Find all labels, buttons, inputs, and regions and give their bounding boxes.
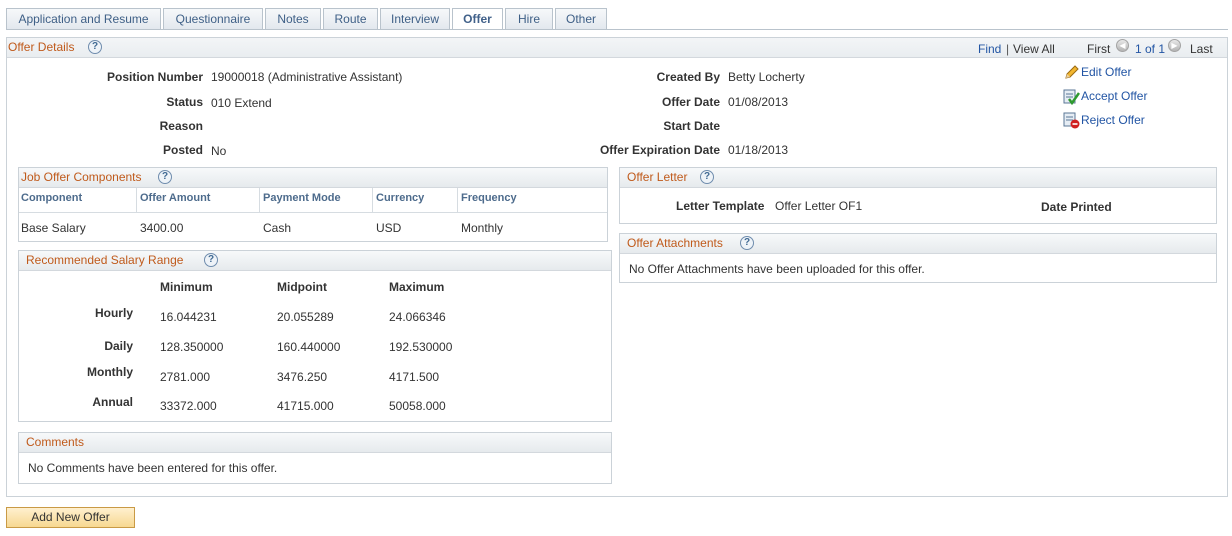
offer-attachments-title: Offer Attachments <box>627 236 723 250</box>
annual-midpoint: 41715.000 <box>277 399 334 413</box>
reject-icon <box>1063 112 1080 129</box>
position-number-value: 19000018 (Administrative Assistant) <box>211 70 403 84</box>
status-value: 010 Extend <box>211 96 272 110</box>
table-row: Base Salary 3400.00 Cash USD Monthly <box>19 213 607 241</box>
offer-letter-title: Offer Letter <box>627 170 688 184</box>
tab-application-and-resume[interactable]: Application and Resume <box>6 8 161 29</box>
tab-divider <box>6 29 1228 30</box>
column-header-currency: Currency <box>376 192 425 204</box>
hourly-midpoint: 20.055289 <box>277 310 334 324</box>
add-new-offer-button[interactable]: Add New Offer <box>6 507 135 528</box>
row-label-hourly: Hourly <box>94 306 133 320</box>
help-icon[interactable]: ? <box>700 170 714 184</box>
next-arrow-icon[interactable]: ▶ <box>1168 39 1181 52</box>
column-header-maximum: Maximum <box>389 280 445 294</box>
letter-template-value: Offer Letter OF1 <box>775 199 863 213</box>
offer-date-value: 01/08/2013 <box>728 95 789 109</box>
monthly-minimum: 2781.000 <box>160 370 211 384</box>
frequency-cell: Monthly <box>461 221 504 235</box>
tab-interview[interactable]: Interview <box>380 8 450 29</box>
column-header-minimum: Minimum <box>160 280 213 294</box>
tab-route[interactable]: Route <box>323 8 378 29</box>
last-label: Last <box>1190 42 1213 56</box>
posted-label: Posted <box>162 143 203 157</box>
salary-range-header: Recommended Salary Range ? <box>19 251 611 271</box>
created-by-label: Created By <box>656 70 720 84</box>
monthly-midpoint: 3476.250 <box>277 370 328 384</box>
first-label: First <box>1087 42 1111 56</box>
offer-attachments-header: Offer Attachments ? <box>620 234 1216 254</box>
reason-label: Reason <box>159 119 203 133</box>
comments-empty-message: No Comments have been entered for this o… <box>28 461 278 475</box>
offer-letter-panel: Offer Letter ? Letter Template Offer Let… <box>619 167 1217 224</box>
column-header-frequency: Frequency <box>461 192 517 204</box>
position-number-label: Position Number <box>106 70 203 84</box>
offer-expiration-date-label: Offer Expiration Date <box>599 143 720 157</box>
previous-arrow-icon[interactable]: ◀ <box>1116 39 1129 52</box>
help-icon[interactable]: ? <box>88 40 102 54</box>
help-icon[interactable]: ? <box>740 236 754 250</box>
column-header-offer-amount: Offer Amount <box>140 192 211 204</box>
accept-offer-link[interactable]: Accept Offer <box>1081 89 1147 103</box>
offer-letter-header: Offer Letter ? <box>620 168 1216 188</box>
column-header-midpoint: Midpoint <box>277 280 327 294</box>
column-divider <box>372 188 373 213</box>
attachments-empty-message: No Offer Attachments have been uploaded … <box>629 262 925 276</box>
offer-details-header: Offer Details ? Find | View All First ◀ … <box>7 38 1227 58</box>
created-by-value: Betty Locherty <box>728 70 805 84</box>
hourly-minimum: 16.044231 <box>160 310 217 324</box>
monthly-maximum: 4171.500 <box>389 370 440 384</box>
column-divider <box>457 188 458 213</box>
row-label-annual: Annual <box>92 395 133 409</box>
reject-offer-link[interactable]: Reject Offer <box>1081 113 1145 127</box>
column-header-payment-mode: Payment Mode <box>263 192 341 204</box>
column-divider <box>136 188 137 213</box>
component-cell: Base Salary <box>21 221 86 235</box>
offer-amount-cell: 3400.00 <box>140 221 184 235</box>
row-count: 1 of 1 <box>1135 42 1166 56</box>
currency-cell: USD <box>376 221 402 235</box>
date-printed-label: Date Printed <box>1041 200 1112 214</box>
daily-minimum: 128.350000 <box>160 340 224 354</box>
offer-attachments-panel: Offer Attachments ? No Offer Attachments… <box>619 233 1217 283</box>
column-divider <box>259 188 260 213</box>
help-icon[interactable]: ? <box>204 253 218 267</box>
tab-questionnaire[interactable]: Questionnaire <box>163 8 263 29</box>
row-label-daily: Daily <box>104 339 133 353</box>
offer-details-title: Offer Details <box>8 40 75 54</box>
start-date-label: Start Date <box>663 119 720 133</box>
daily-midpoint: 160.440000 <box>277 340 341 354</box>
nav-separator: | <box>1006 42 1010 56</box>
letter-template-label: Letter Template <box>676 199 765 213</box>
hourly-maximum: 24.066346 <box>389 310 446 324</box>
annual-minimum: 33372.000 <box>160 399 217 413</box>
comments-panel: Comments No Comments have been entered f… <box>18 432 612 484</box>
job-offer-components-title: Job Offer Components <box>21 170 142 184</box>
pencil-icon <box>1064 64 1080 80</box>
comments-title: Comments <box>26 435 85 449</box>
payment-mode-cell: Cash <box>263 221 292 235</box>
job-offer-components-panel: Job Offer Components ? Component Offer A… <box>18 167 608 242</box>
tab-hire[interactable]: Hire <box>505 8 553 29</box>
comments-header: Comments <box>19 433 611 453</box>
tab-offer[interactable]: Offer <box>452 8 503 30</box>
annual-maximum: 50058.000 <box>389 399 446 413</box>
view-all-link[interactable]: View All <box>1013 42 1055 56</box>
edit-offer-link[interactable]: Edit Offer <box>1081 65 1131 79</box>
row-label-monthly: Monthly <box>87 365 133 379</box>
help-icon[interactable]: ? <box>158 170 172 184</box>
daily-maximum: 192.530000 <box>389 340 453 354</box>
column-header-component: Component <box>21 192 83 204</box>
tab-notes[interactable]: Notes <box>265 8 321 29</box>
salary-range-title: Recommended Salary Range <box>26 253 184 267</box>
accept-icon <box>1063 88 1081 106</box>
offer-expiration-date-value: 01/18/2013 <box>728 143 789 157</box>
posted-value: No <box>211 144 227 158</box>
offer-date-label: Offer Date <box>661 95 720 109</box>
find-link[interactable]: Find <box>978 42 1001 56</box>
job-offer-components-header: Job Offer Components ? <box>19 168 607 188</box>
status-label: Status <box>166 95 203 109</box>
salary-range-panel: Recommended Salary Range ? Minimum Midpo… <box>18 250 612 422</box>
tab-other[interactable]: Other <box>555 8 607 29</box>
